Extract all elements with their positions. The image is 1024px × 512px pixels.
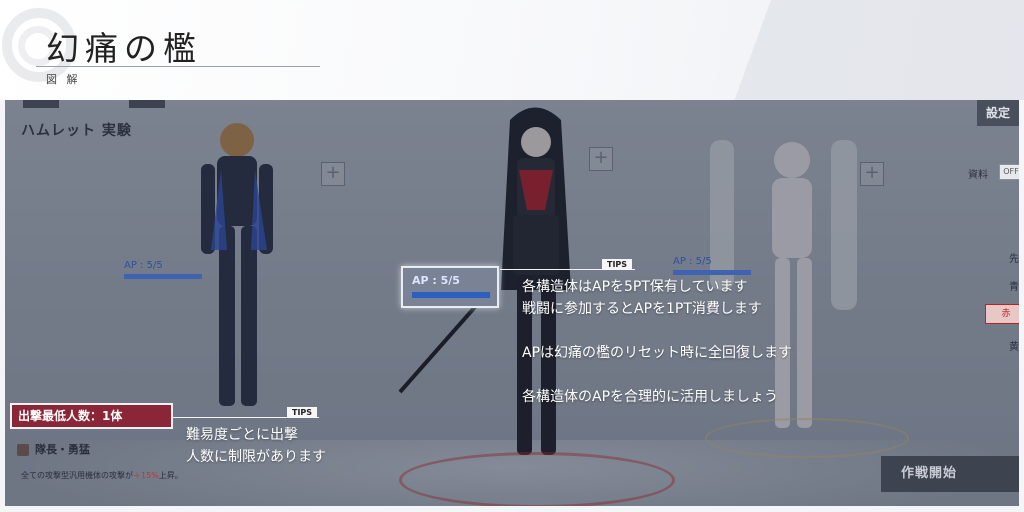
- leader-skill-label: 隊長・勇猛: [35, 443, 90, 456]
- buff-text-suffix: 上昇。: [158, 471, 183, 480]
- skill-icon: [17, 444, 29, 456]
- leader-skill-description: 全ての攻撃型汎用機体の攻撃が＋15%上昇。: [21, 470, 183, 481]
- ap-highlight-label: AP : 5/5: [412, 274, 460, 287]
- ap-bar-left: [124, 274, 202, 279]
- side-label-yellow: 黄: [1009, 342, 1019, 353]
- settings-button[interactable]: 設定: [977, 100, 1019, 126]
- game-screenshot: ハムレット 実験 設定 資料 OFF 先 青 赤 黄 + + + AP : 5/…: [5, 100, 1019, 506]
- page-title: 幻痛の檻: [46, 29, 202, 68]
- ap-highlight-box: AP : 5/5: [401, 266, 499, 308]
- tips-ap-line-6: 各構造体のAPを合理的に活用しましょう: [522, 389, 779, 405]
- side-label-red[interactable]: 赤: [985, 304, 1019, 324]
- team-name: ハムレット 実験: [21, 123, 132, 139]
- top-tab-right[interactable]: [129, 100, 165, 108]
- tips-ap-line-3: [522, 320, 792, 342]
- tips-ap-line-1: 各構造体はAPを5PT保有しています: [522, 279, 748, 295]
- page-subtitle: 図 解: [46, 73, 81, 86]
- add-member-button-3[interactable]: +: [860, 162, 884, 186]
- tips-text-ap: 各構造体はAPを5PT保有しています 戦闘に参加するとAPを1PT消費します A…: [522, 276, 792, 408]
- title-divider: [36, 66, 320, 67]
- tips-min-line-1: 難易度ごとに出撃: [186, 427, 298, 443]
- tutorial-dim-overlay: [5, 100, 1019, 506]
- data-toggle[interactable]: OFF: [999, 164, 1019, 180]
- top-tab-left[interactable]: [23, 100, 59, 108]
- tips-min-line-2: 人数に制限があります: [186, 449, 326, 465]
- bottom-margin: [0, 506, 1024, 512]
- buff-text-prefix: 全ての攻撃型汎用機体の攻撃が: [21, 471, 133, 480]
- start-operation-button[interactable]: 作戦開始: [881, 456, 1019, 492]
- tips-ap-line-4: APは幻痛の檻のリセット時に全回復します: [522, 345, 793, 361]
- header: 幻痛の檻 図 解: [0, 0, 1024, 100]
- tips-ap-line-5: [522, 364, 792, 386]
- tips-ap-line-2: 戦闘に参加するとAPを1PT消費します: [522, 301, 762, 317]
- ap-label-right: AP : 5/5: [673, 256, 712, 267]
- tips-text-min: 難易度ごとに出撃 人数に制限があります: [186, 424, 326, 468]
- tips-tag-ap: TIPS: [602, 259, 633, 270]
- tips-tag-min: TIPS: [287, 407, 318, 418]
- add-member-button-1[interactable]: +: [321, 162, 345, 186]
- leader-skill: 隊長・勇猛: [17, 441, 90, 457]
- buff-text-value: ＋15%: [133, 471, 159, 480]
- ap-bar-right: [673, 270, 751, 275]
- side-label-first: 先: [1009, 254, 1019, 265]
- ap-highlight-bar: [412, 292, 490, 298]
- side-label-blue: 青: [1009, 282, 1019, 293]
- data-label: 資料: [968, 170, 988, 181]
- min-sortie-box: 出撃最低人数：1体: [10, 403, 173, 429]
- header-decoration: [640, 0, 1024, 100]
- add-member-button-2[interactable]: +: [589, 147, 613, 171]
- ap-label-left: AP : 5/5: [124, 260, 163, 271]
